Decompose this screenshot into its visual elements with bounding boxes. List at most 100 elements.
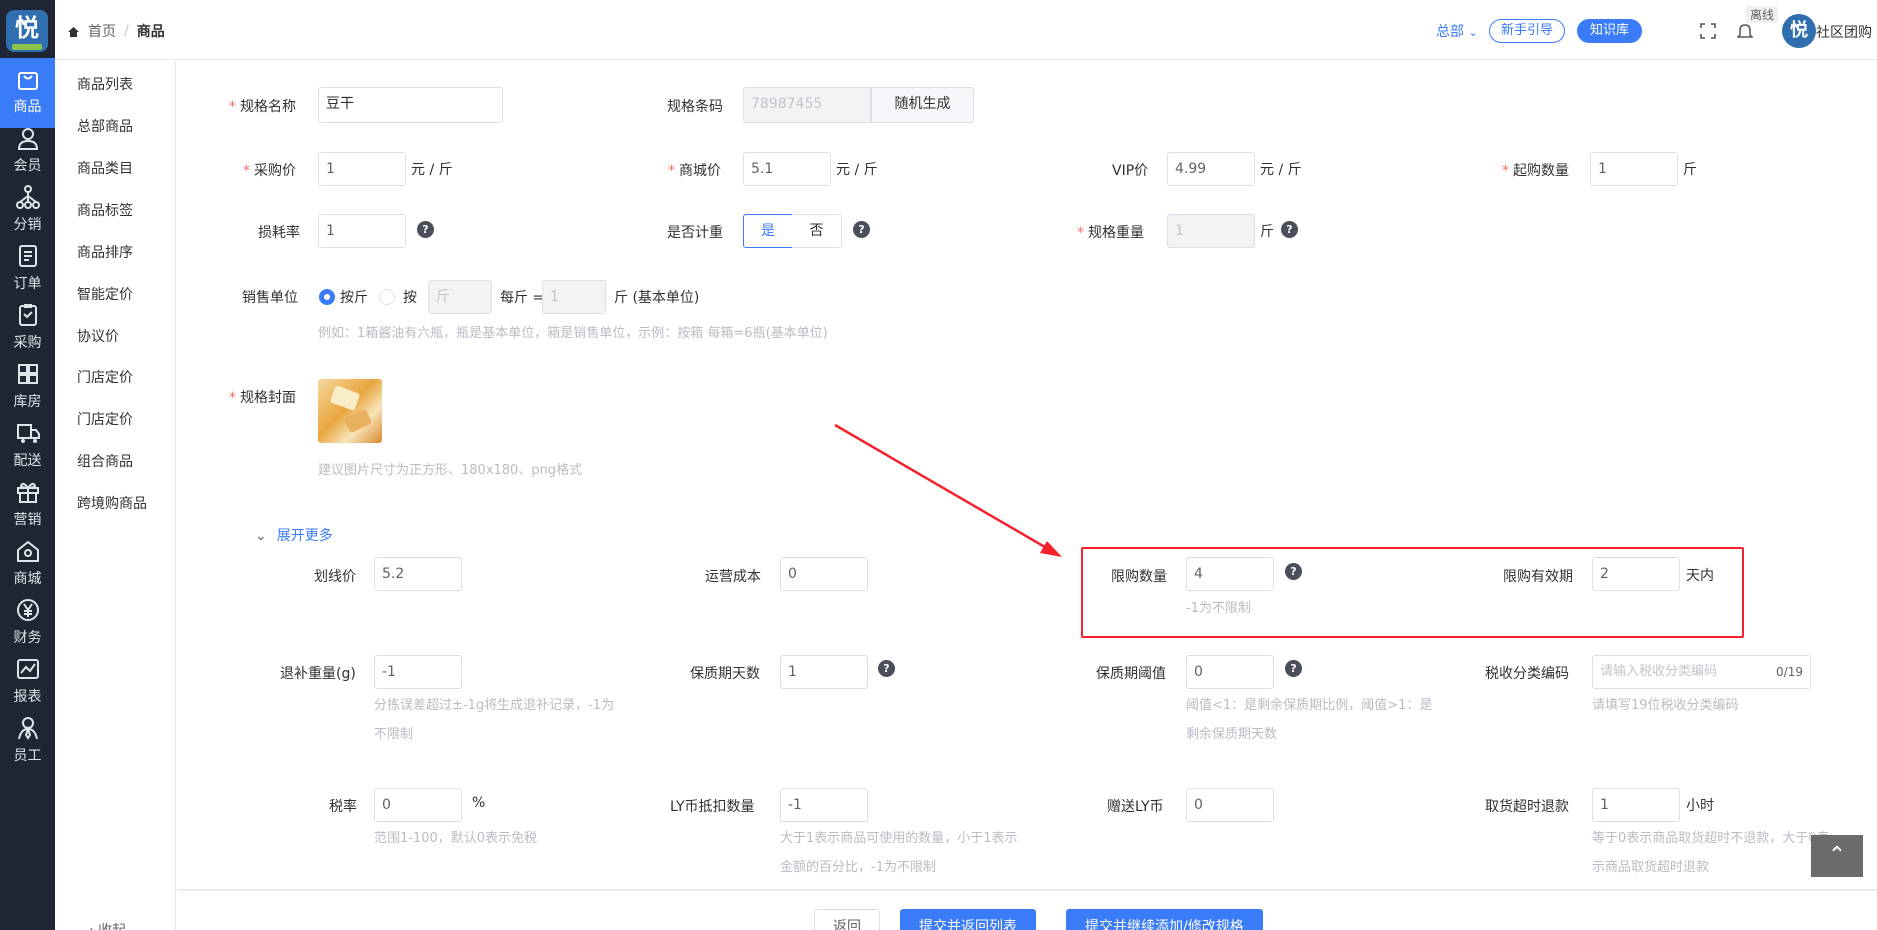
ly-deduct-hint-1: 大于1表示商品可使用的数量，小于1表示 <box>780 831 1018 846</box>
sidebar-label: 报表 <box>13 689 42 705</box>
tax-rate-hint: 范围1-100，默认0表示免税 <box>374 831 538 846</box>
base-unit-label: 斤 (基本单位) <box>614 290 700 306</box>
pickup-refund-hint-1: 等于0表示商品取货超时不退款，大于0表 <box>1592 831 1830 846</box>
help-icon[interactable]: ? <box>1281 221 1298 238</box>
limit-period-input[interactable]: 2 <box>1592 557 1680 591</box>
submenu-item[interactable]: 门店定价 <box>77 367 133 387</box>
tax-rate-unit: % <box>472 795 486 811</box>
collapse-label: 收起 <box>98 923 126 930</box>
help-icon[interactable]: ? <box>1285 563 1302 580</box>
submenu-item[interactable]: 跨境购商品 <box>77 493 147 513</box>
shelf-threshold-input[interactable]: 0 <box>1186 655 1274 689</box>
sidebar-label: 库房 <box>13 394 42 410</box>
weighing-no-option[interactable]: 否 <box>792 214 842 248</box>
spec-name-label: * 规格名称 <box>229 99 296 115</box>
app-logo[interactable]: 悦 <box>6 10 48 52</box>
weighing-yes-option[interactable]: 是 <box>743 214 793 248</box>
sale-unit-radio-custom[interactable] <box>379 289 395 305</box>
submenu-item[interactable]: 商品列表 <box>77 74 133 94</box>
pickup-refund-input[interactable]: 1 <box>1592 788 1680 822</box>
spec-weight-input[interactable]: 1 <box>1167 214 1255 248</box>
cover-image[interactable] <box>318 379 382 443</box>
shelf-days-label: 保质期天数 <box>690 666 760 682</box>
help-icon[interactable]: ? <box>878 660 895 677</box>
back-to-top-button[interactable]: ⌃ <box>1811 835 1863 877</box>
help-icon[interactable]: ? <box>853 221 870 238</box>
weighing-label: 是否计重 <box>667 225 723 241</box>
refund-weight-input[interactable]: -1 <box>374 655 462 689</box>
offline-badge: 离线 <box>1746 6 1779 23</box>
breadcrumb: 首页 / 商品 <box>67 21 165 41</box>
home-icon <box>68 26 79 37</box>
cover-label: * 规格封面 <box>229 390 296 406</box>
chevron-up-icon: ⌃ <box>1827 843 1847 868</box>
gift-ly-input[interactable]: 0 <box>1186 788 1274 822</box>
shelf-threshold-hint-2: 剩余保质期天数 <box>1186 727 1278 742</box>
back-button[interactable]: 返回 <box>814 909 880 930</box>
tax-code-label: 税收分类编码 <box>1485 666 1569 682</box>
sidebar-item-staff[interactable]: 员工 <box>0 707 55 777</box>
hq-selector[interactable]: 总部 ⌄ <box>1436 21 1478 41</box>
sidebar-label: 财务 <box>13 630 42 646</box>
submenu-item[interactable]: 智能定价 <box>77 284 133 304</box>
expand-more-toggle[interactable]: ⌄ 展开更多 <box>255 525 333 545</box>
random-generate-button[interactable]: 随机生成 <box>871 87 974 123</box>
avatar[interactable]: 悦 <box>1782 14 1816 48</box>
help-icon[interactable]: ? <box>417 221 434 238</box>
purchase-price-label: * 采购价 <box>243 163 296 179</box>
help-icon[interactable]: ? <box>1285 660 1302 677</box>
submit-back-button[interactable]: 提交并返回列表 <box>900 909 1036 930</box>
user-name[interactable]: 社区团购 <box>1816 22 1872 42</box>
sidebar-label: 分销 <box>13 217 42 233</box>
sidebar-label: 采购 <box>13 335 42 351</box>
loss-rate-input[interactable]: 1 <box>318 214 406 248</box>
vip-price-unit: 元 / 斤 <box>1260 162 1302 178</box>
pickup-refund-unit: 小时 <box>1686 798 1714 814</box>
loss-rate-label: 损耗率 <box>258 225 300 241</box>
main-sidebar: 悦 商品 会员 分销 订单 采购 库房 配送 营销 商城 财务 报表 员工 <box>0 0 55 930</box>
limit-qty-input[interactable]: 4 <box>1186 557 1274 591</box>
tax-rate-input[interactable]: 0 <box>374 788 462 822</box>
submit-continue-button[interactable]: 提交并继续添加/修改规格 <box>1066 909 1263 930</box>
tax-code-input[interactable]: 请输入税收分类编码 0/19 <box>1592 655 1811 689</box>
fullscreen-icon[interactable] <box>1700 23 1716 39</box>
sale-unit-label: 销售单位 <box>242 290 298 306</box>
purchase-price-input[interactable]: 1 <box>318 152 406 186</box>
shelf-days-input[interactable]: 1 <box>780 655 868 689</box>
min-qty-input[interactable]: 1 <box>1590 152 1678 186</box>
bell-icon[interactable] <box>1737 22 1753 40</box>
breadcrumb-separator: / <box>124 23 129 39</box>
breadcrumb-home[interactable]: 首页 <box>88 21 116 41</box>
ly-deduct-input[interactable]: -1 <box>780 788 868 822</box>
limit-period-unit: 天内 <box>1686 568 1714 584</box>
spec-name-input[interactable]: 豆干 <box>318 87 503 123</box>
collapse-menu-button[interactable]: ‹ 收起 <box>88 920 126 930</box>
ly-deduct-hint-2: 金额的百分比，-1为不限制 <box>780 860 936 875</box>
submenu-item[interactable]: 门店定价 <box>77 409 133 429</box>
yen-icon <box>16 599 39 621</box>
sale-unit-option-jin[interactable]: 按斤 <box>340 287 368 307</box>
mall-price-input[interactable]: 5.1 <box>743 152 831 186</box>
submenu-item[interactable]: 商品类目 <box>77 158 133 178</box>
shelf-threshold-label: 保质期阈值 <box>1096 666 1166 682</box>
guide-button[interactable]: 新手引导 <box>1489 19 1566 43</box>
spec-barcode-label: 规格条码 <box>667 99 723 115</box>
chart-icon <box>16 659 39 679</box>
spec-weight-unit: 斤 <box>1260 224 1274 240</box>
tax-code-counter: 0/19 <box>1776 665 1803 679</box>
submenu-item[interactable]: 组合商品 <box>77 451 133 471</box>
per-unit-qty-input[interactable]: 1 <box>542 280 606 314</box>
truck-icon <box>16 424 40 443</box>
submenu-item[interactable]: 商品标签 <box>77 200 133 220</box>
vip-price-input[interactable]: 4.99 <box>1167 152 1255 186</box>
op-cost-input[interactable]: 0 <box>780 557 868 591</box>
sale-unit-option-custom[interactable]: 按 <box>403 287 417 307</box>
strike-price-input[interactable]: 5.2 <box>374 557 462 591</box>
submenu-item[interactable]: 总部商品 <box>77 116 133 136</box>
submenu-item[interactable]: 协议价 <box>77 326 119 346</box>
sale-unit-radio-jin[interactable] <box>319 289 335 305</box>
spec-barcode-input[interactable]: 78987455 <box>743 87 871 123</box>
submenu-item[interactable]: 商品排序 <box>77 242 133 262</box>
knowledge-base-button[interactable]: 知识库 <box>1577 19 1643 43</box>
sale-unit-name-input[interactable]: 斤 <box>428 280 492 314</box>
